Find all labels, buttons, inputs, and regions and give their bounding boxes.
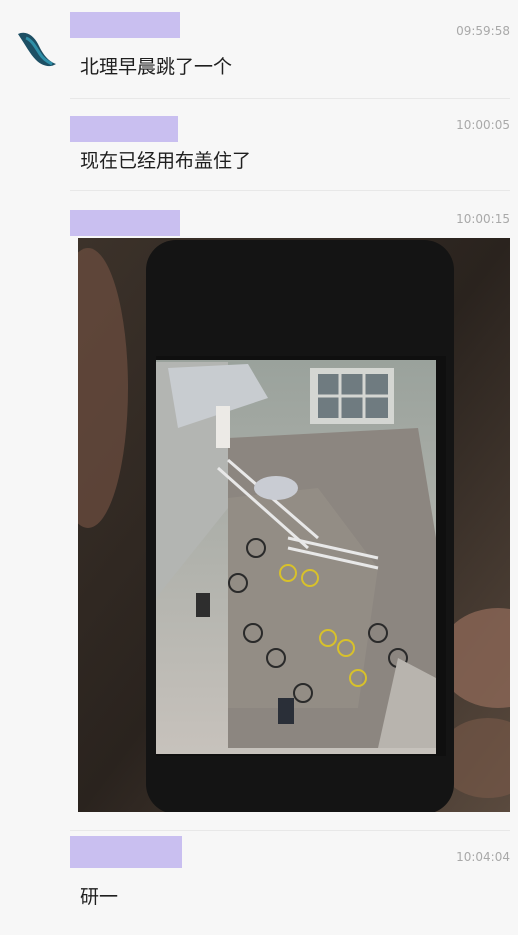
message-time: 10:04:04 [456, 850, 510, 864]
clipped-date-header: 2020-10-19 [0, 0, 518, 8]
message-time: 09:59:58 [456, 24, 510, 38]
chat-message: 09:59:58 北理早晨跳了一个 [70, 10, 510, 90]
message-divider [70, 190, 510, 191]
message-divider [70, 830, 510, 831]
message-time: 10:00:05 [456, 118, 510, 132]
photo-of-phone-screen [78, 238, 510, 812]
message-text: 现在已经用布盖住了 [80, 150, 252, 172]
redacted-sender-name [70, 12, 180, 38]
message-time: 10:00:15 [456, 212, 510, 226]
image-message[interactable] [78, 238, 510, 812]
message-divider [70, 98, 510, 99]
chat-message: 10:04:04 研一 [70, 834, 510, 908]
chat-message: 10:00:05 现在已经用布盖住了 [70, 114, 510, 190]
sender-avatar[interactable] [12, 24, 64, 76]
message-text: 研一 [80, 886, 119, 908]
redacted-sender-name [70, 116, 178, 142]
chat-message: 10:00:15 [70, 208, 510, 236]
redacted-sender-name [70, 836, 182, 868]
redacted-sender-name [70, 210, 180, 236]
message-text: 北理早晨跳了一个 [80, 56, 233, 78]
